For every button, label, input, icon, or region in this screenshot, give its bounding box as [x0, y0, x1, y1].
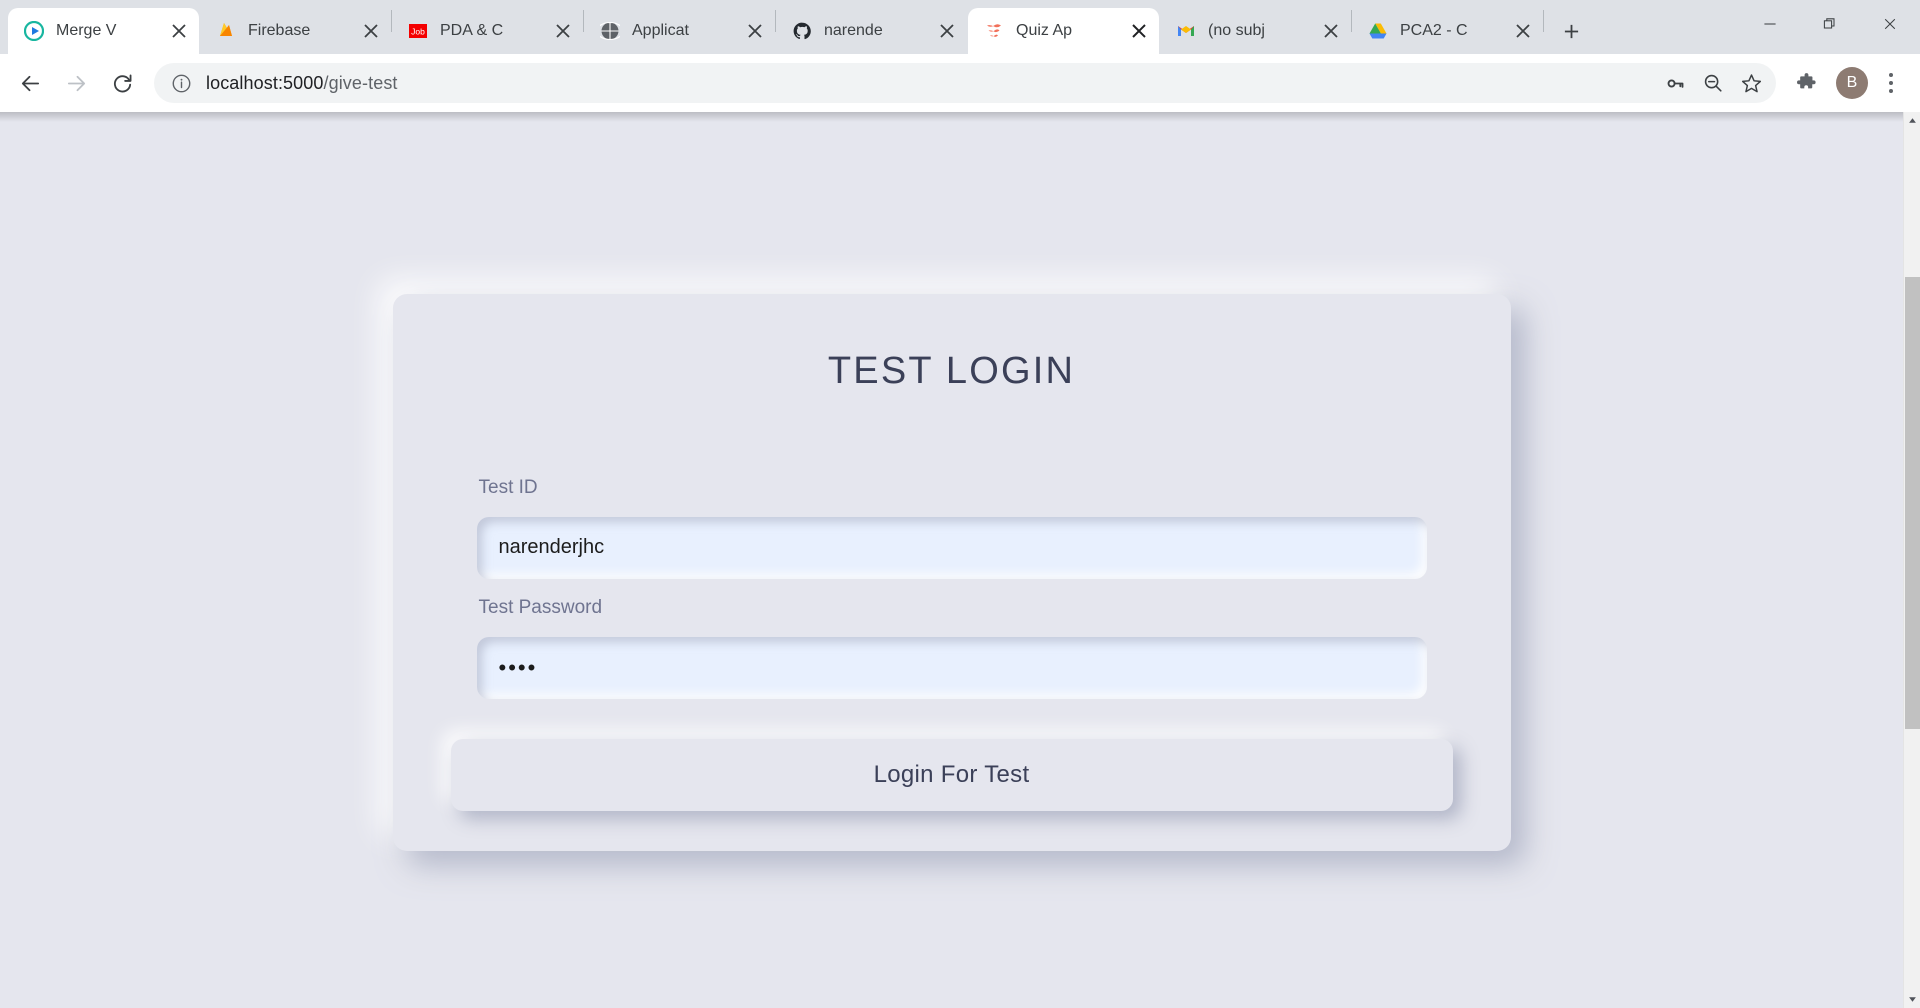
test-password-field-group: Test Password — [476, 596, 1427, 699]
bookmark-star-icon[interactable] — [1732, 64, 1770, 102]
close-window-button[interactable] — [1860, 0, 1920, 48]
quiz-wave-icon — [984, 21, 1004, 41]
tab-close-icon[interactable] — [165, 17, 193, 45]
tab-title: Quiz Ap — [1016, 22, 1073, 39]
tab-title: narende — [824, 22, 883, 39]
tab-title: PCA2 - C — [1400, 22, 1468, 39]
tab-close-icon[interactable] — [933, 17, 961, 45]
test-password-input[interactable] — [476, 636, 1427, 699]
browser-tab-pca2-drive[interactable]: PCA2 - C — [1352, 8, 1543, 54]
new-tab-button[interactable] — [1554, 14, 1588, 48]
omnibox-actions — [1656, 64, 1770, 102]
browser-tab-merge[interactable]: Merge V — [8, 8, 199, 54]
browser-tab-application[interactable]: Applicat — [584, 8, 775, 54]
login-for-test-button[interactable]: Login For Test — [450, 738, 1453, 811]
google-drive-icon — [1368, 21, 1388, 41]
back-button-icon[interactable] — [10, 63, 50, 103]
globe-icon — [600, 21, 620, 41]
tab-title: Merge V — [56, 22, 117, 39]
svg-text:Job: Job — [411, 27, 425, 37]
tab-title: Firebase — [248, 22, 311, 39]
login-page: TEST LOGIN Test ID Test Password Login F… — [0, 112, 1903, 1008]
test-password-label: Test Password — [478, 596, 603, 618]
tab-close-icon[interactable] — [741, 17, 769, 45]
browser-tab-pda[interactable]: Job PDA & C — [392, 8, 583, 54]
address-bar[interactable]: localhost:5000/give-test — [154, 63, 1776, 103]
browser-tab-quiz-app[interactable]: Quiz Ap — [968, 8, 1159, 54]
minimize-button[interactable] — [1740, 0, 1800, 48]
tab-close-icon[interactable] — [1317, 17, 1345, 45]
tab-title: PDA & C — [440, 22, 504, 39]
browser-tab-github[interactable]: narende — [776, 8, 967, 54]
scroll-up-arrow-icon[interactable] — [1904, 112, 1920, 129]
profile-avatar[interactable]: B — [1836, 67, 1868, 99]
zoom-out-icon[interactable] — [1694, 64, 1732, 102]
window-controls — [1740, 0, 1920, 48]
tab-strip: Merge V Firebase Job PDA & C Applicat na… — [0, 0, 1920, 54]
tab-title: (no subj — [1208, 22, 1265, 39]
reload-button-icon[interactable] — [102, 63, 142, 103]
forward-button-icon[interactable] — [56, 63, 96, 103]
browser-tab-firebase[interactable]: Firebase — [200, 8, 391, 54]
firebase-flame-icon — [216, 21, 236, 41]
browser-window: Merge V Firebase Job PDA & C Applicat na… — [0, 0, 1920, 1008]
browser-tab-gmail[interactable]: (no subj — [1160, 8, 1351, 54]
browser-toolbar: localhost:5000/give-test B — [0, 54, 1920, 112]
page-viewport: TEST LOGIN Test ID Test Password Login F… — [0, 112, 1920, 1008]
gmail-icon — [1176, 21, 1196, 41]
tab-close-icon[interactable] — [1125, 17, 1153, 45]
job-badge-icon: Job — [408, 21, 428, 41]
password-key-icon[interactable] — [1656, 64, 1694, 102]
tab-title: Applicat — [632, 22, 689, 39]
test-id-label: Test ID — [478, 476, 538, 498]
play-triangle-icon — [24, 21, 44, 41]
url-host: localhost:5000 — [206, 72, 324, 93]
page-title: TEST LOGIN — [827, 349, 1076, 392]
three-dot-menu-icon[interactable] — [1874, 63, 1908, 103]
tab-list: Merge V Firebase Job PDA & C Applicat na… — [8, 0, 1588, 54]
github-icon — [792, 21, 812, 41]
scroll-down-arrow-icon[interactable] — [1904, 991, 1920, 1008]
url-text[interactable]: localhost:5000/give-test — [206, 73, 1656, 94]
test-id-field-group: Test ID — [476, 476, 1427, 579]
info-circle-icon[interactable] — [168, 70, 194, 96]
tab-close-icon[interactable] — [549, 17, 577, 45]
url-path: /give-test — [323, 72, 398, 93]
tab-separator — [1543, 10, 1544, 32]
tab-close-icon[interactable] — [357, 17, 385, 45]
page-scrollbar[interactable] — [1903, 112, 1920, 1008]
scrollbar-thumb[interactable] — [1905, 277, 1920, 729]
login-form: Test ID Test Password — [393, 477, 1511, 699]
extensions-puzzle-icon[interactable] — [1786, 63, 1826, 103]
test-id-input[interactable] — [476, 516, 1427, 579]
tab-close-icon[interactable] — [1509, 17, 1537, 45]
submit-row: Login For Test — [393, 738, 1511, 811]
maximize-restore-button[interactable] — [1800, 0, 1860, 48]
test-login-card: TEST LOGIN Test ID Test Password Login F… — [392, 293, 1511, 851]
